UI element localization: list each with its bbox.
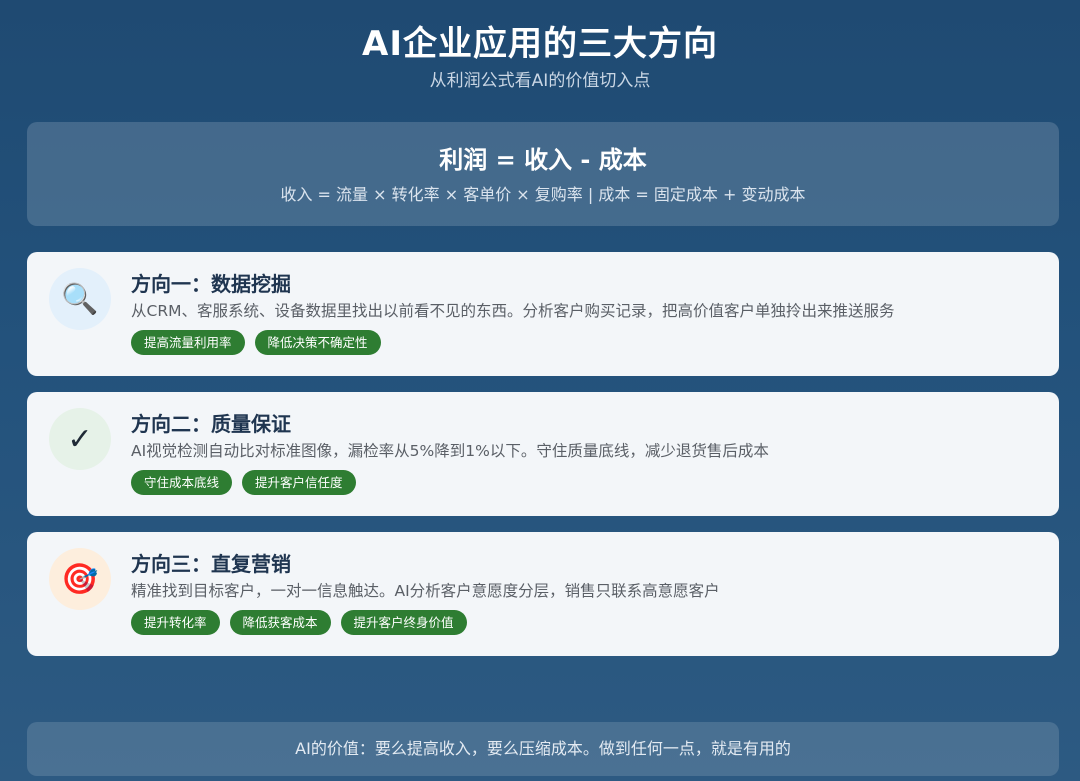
magnifier-icon: 🔍 bbox=[49, 268, 111, 330]
checkmark-icon: ✓ bbox=[49, 408, 111, 470]
tag-badge: 提升客户信任度 bbox=[242, 470, 356, 495]
tag-badge: 提高流量利用率 bbox=[131, 330, 245, 355]
tag-badge: 降低决策不确定性 bbox=[254, 330, 381, 355]
direction-card-quality-assurance: ✓ 方向二：质量保证 AI视觉检测自动比对标准图像，漏检率从5%降到1%以下。守… bbox=[27, 392, 1059, 516]
formula-detail: 收入 = 流量 × 转化率 × 客单价 × 复购率 | 成本 = 固定成本 + … bbox=[280, 185, 806, 204]
direction-card-data-mining: 🔍 方向一：数据挖掘 从CRM、客服系统、设备数据里找出以前看不见的东西。分析客… bbox=[27, 252, 1059, 376]
card-title: 方向三：直复营销 bbox=[131, 552, 291, 576]
header: AI企业应用的三大方向 从利润公式看AI的价值切入点 bbox=[0, 0, 1080, 92]
footer-summary: AI的价值：要么提高收入，要么压缩成本。做到任何一点，就是有用的 bbox=[27, 722, 1059, 776]
profit-formula-box: 利润 = 收入 - 成本 收入 = 流量 × 转化率 × 客单价 × 复购率 |… bbox=[27, 122, 1059, 226]
tag-list: 守住成本底线 提升客户信任度 bbox=[131, 470, 1039, 495]
card-description: 从CRM、客服系统、设备数据里找出以前看不见的东西。分析客户购买记录，把高价值客… bbox=[131, 302, 895, 320]
card-description: AI视觉检测自动比对标准图像，漏检率从5%降到1%以下。守住质量底线，减少退货售… bbox=[131, 442, 769, 460]
tag-badge: 提升转化率 bbox=[131, 610, 220, 635]
card-description: 精准找到目标客户，一对一信息触达。AI分析客户意愿度分层，销售只联系高意愿客户 bbox=[131, 582, 720, 600]
tag-badge: 守住成本底线 bbox=[131, 470, 233, 495]
tag-list: 提高流量利用率 降低决策不确定性 bbox=[131, 330, 1039, 355]
page-subtitle: 从利润公式看AI的价值切入点 bbox=[429, 71, 651, 91]
formula-main: 利润 = 收入 - 成本 bbox=[439, 146, 647, 174]
tag-badge: 提升客户终身价值 bbox=[340, 610, 467, 635]
tag-list: 提升转化率 降低获客成本 提升客户终身价值 bbox=[131, 610, 1039, 635]
page-title: AI企业应用的三大方向 bbox=[362, 24, 718, 64]
direction-card-direct-marketing: 🎯 方向三：直复营销 精准找到目标客户，一对一信息触达。AI分析客户意愿度分层，… bbox=[27, 532, 1059, 656]
card-title: 方向一：数据挖掘 bbox=[131, 272, 291, 296]
card-title: 方向二：质量保证 bbox=[131, 412, 291, 436]
tag-badge: 降低获客成本 bbox=[229, 610, 331, 635]
target-icon: 🎯 bbox=[49, 548, 111, 610]
